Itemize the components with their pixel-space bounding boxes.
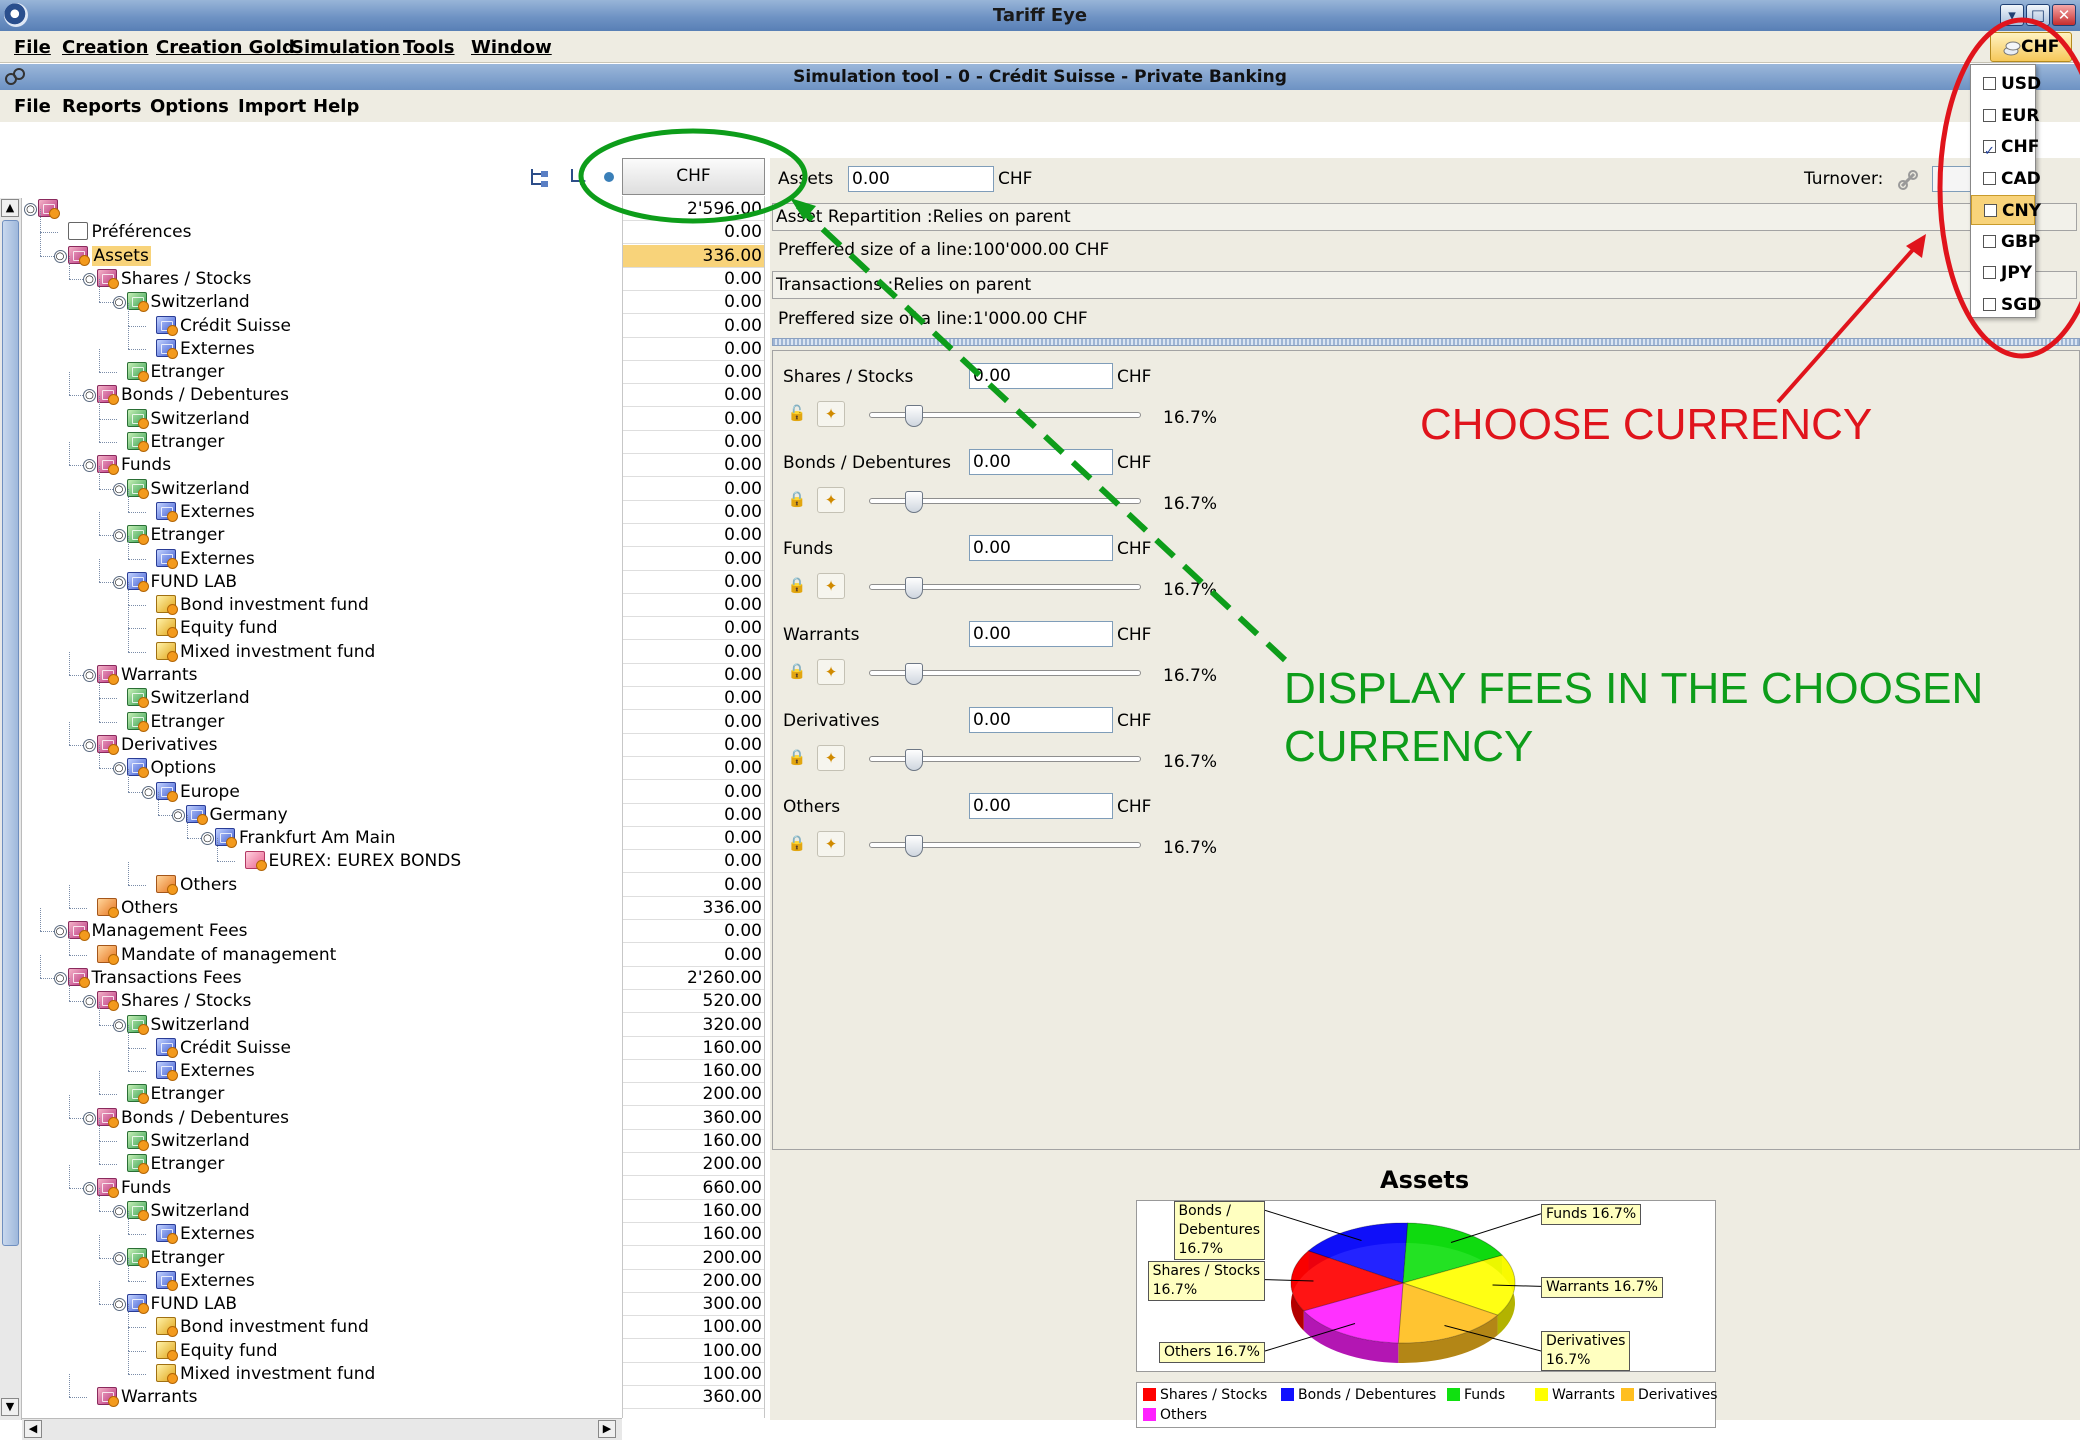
display-fees-line1: DISPLAY FEES IN THE CHOOSEN	[1284, 664, 1984, 713]
highlight-ellipse-green	[578, 128, 808, 224]
display-fees-annotation: DISPLAY FEES IN THE CHOOSEN CURRENCY	[1284, 660, 1983, 776]
red-arrow	[1776, 242, 1920, 404]
green-dashed-arrow	[795, 203, 1288, 663]
choose-currency-annotation: CHOOSE CURRENCY	[1420, 400, 1873, 449]
highlight-ellipse-red	[1937, 17, 2080, 359]
display-fees-line2: CURRENCY	[1284, 722, 1534, 771]
